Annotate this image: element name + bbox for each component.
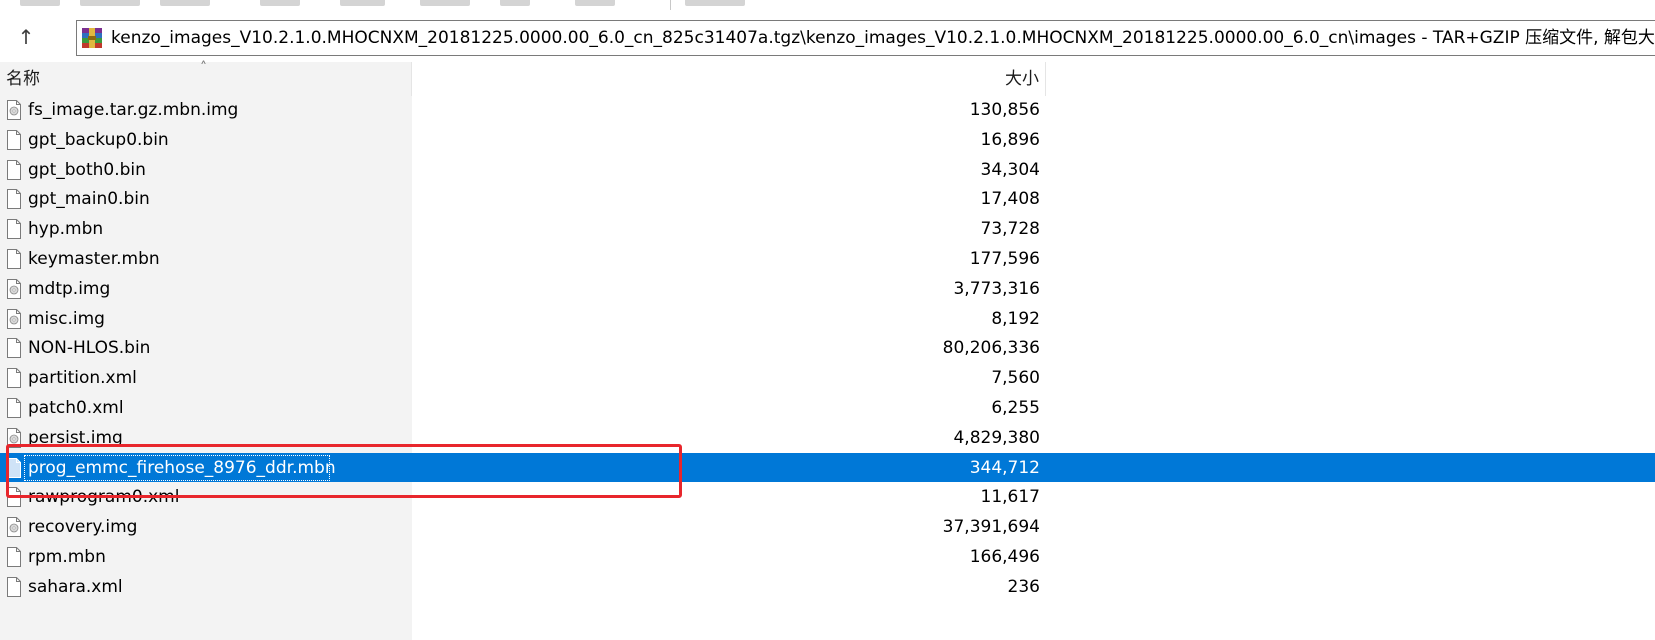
up-arrow-button[interactable]: ↑	[8, 20, 44, 54]
column-header-size[interactable]: 大小	[414, 62, 1046, 96]
blank-file-icon	[7, 487, 21, 508]
disk-image-file-icon	[7, 308, 21, 329]
toolbar-button[interactable]	[420, 0, 470, 6]
file-row[interactable]: keymaster.mbn 177,596	[0, 244, 1655, 274]
up-arrow-icon: ↑	[17, 25, 35, 49]
file-name: gpt_backup0.bin	[28, 129, 169, 150]
file-name: gpt_main0.bin	[28, 189, 150, 210]
file-row[interactable]: persist.img 4,829,380	[0, 423, 1655, 453]
disk-image-file-icon	[7, 427, 21, 448]
file-name: rawprogram0.xml	[28, 487, 180, 508]
blank-file-icon	[7, 159, 21, 180]
file-row[interactable]: patch0.xml 6,255	[0, 393, 1655, 423]
toolbar-button[interactable]	[340, 0, 385, 6]
rar-archive-icon	[82, 28, 102, 48]
file-size: 3,773,316	[953, 278, 1040, 299]
file-name: mdtp.img	[28, 278, 111, 299]
address-bar[interactable]: kenzo_images_V10.2.1.0.MHOCNXM_20181225.…	[76, 20, 1655, 56]
file-size: 6,255	[991, 397, 1040, 418]
file-row[interactable]: gpt_both0.bin 34,304	[0, 155, 1655, 185]
file-size: 80,206,336	[942, 338, 1040, 359]
toolbar-button[interactable]	[575, 0, 615, 6]
file-name: recovery.img	[28, 517, 138, 538]
toolbar-button[interactable]	[500, 0, 530, 6]
file-row-selected[interactable]: prog_emmc_firehose_8976_ddr.mbn 344,712	[0, 452, 1655, 483]
file-name: sahara.xml	[28, 576, 123, 597]
toolbar-button[interactable]	[80, 0, 140, 6]
disk-image-file-icon	[7, 100, 21, 120]
file-name: fs_image.tar.gz.mbn.img	[28, 100, 239, 120]
file-name: NON-HLOS.bin	[28, 338, 151, 359]
blank-file-icon	[7, 546, 21, 567]
file-name: misc.img	[28, 308, 105, 329]
file-row[interactable]: NON-HLOS.bin 80,206,336	[0, 333, 1655, 363]
file-size: 130,856	[969, 100, 1040, 120]
blank-file-icon	[7, 457, 21, 478]
file-name: rpm.mbn	[28, 546, 106, 567]
file-row[interactable]: gpt_main0.bin 17,408	[0, 184, 1655, 214]
toolbar	[0, 0, 1655, 15]
toolbar-button[interactable]	[20, 0, 60, 6]
column-header-row: 名称 ˄ 大小	[0, 60, 1655, 96]
blank-file-icon	[7, 397, 21, 418]
file-row[interactable]: rpm.mbn 166,496	[0, 542, 1655, 572]
disk-image-file-icon	[7, 517, 21, 538]
file-row[interactable]: hyp.mbn 73,728	[0, 214, 1655, 244]
file-size: 177,596	[969, 248, 1040, 269]
toolbar-separator	[670, 0, 671, 10]
file-size: 7,560	[991, 368, 1040, 389]
blank-file-icon	[7, 129, 21, 150]
file-size: 73,728	[980, 219, 1040, 240]
sort-ascending-icon: ˄	[200, 60, 207, 76]
file-size: 16,896	[980, 129, 1040, 150]
file-row[interactable]: mdtp.img 3,773,316	[0, 274, 1655, 304]
blank-file-icon	[7, 248, 21, 269]
archive-window: ↑ kenzo_images_V10.2.1.0.MHOCNXM_2018122…	[0, 0, 1655, 640]
file-size: 166,496	[969, 546, 1040, 567]
file-name: persist.img	[28, 427, 123, 448]
file-row[interactable]: rawprogram0.xml 11,617	[0, 482, 1655, 512]
file-name: hyp.mbn	[28, 219, 104, 240]
blank-file-icon	[7, 189, 21, 210]
file-name: patch0.xml	[28, 397, 124, 418]
file-name: partition.xml	[28, 368, 137, 389]
column-header-size-label: 大小	[1005, 69, 1039, 89]
file-row[interactable]: recovery.img 37,391,694	[0, 512, 1655, 542]
column-header-name[interactable]: 名称 ˄	[0, 60, 412, 96]
column-header-name-label: 名称	[6, 69, 40, 89]
blank-file-icon	[7, 219, 21, 240]
file-size: 11,617	[980, 487, 1040, 508]
file-name: keymaster.mbn	[28, 248, 160, 269]
blank-file-icon	[7, 368, 21, 389]
file-name: gpt_both0.bin	[28, 159, 146, 180]
toolbar-button[interactable]	[685, 0, 745, 6]
file-row[interactable]: partition.xml 7,560	[0, 363, 1655, 393]
file-row[interactable]: gpt_backup0.bin 16,896	[0, 125, 1655, 155]
toolbar-button[interactable]	[260, 0, 300, 6]
file-size: 37,391,694	[942, 517, 1040, 538]
blank-file-icon	[7, 338, 21, 359]
file-row[interactable]: fs_image.tar.gz.mbn.img 130,856	[0, 95, 1655, 125]
file-size: 8,192	[991, 308, 1040, 329]
address-row: ↑ kenzo_images_V10.2.1.0.MHOCNXM_2018122…	[0, 14, 1655, 63]
file-size: 4,829,380	[953, 427, 1040, 448]
file-size: 236	[1007, 576, 1040, 597]
file-size: 34,304	[980, 159, 1040, 180]
file-size: 344,712	[969, 457, 1040, 478]
address-path: kenzo_images_V10.2.1.0.MHOCNXM_20181225.…	[111, 28, 1655, 48]
toolbar-button[interactable]	[160, 0, 210, 6]
file-size: 17,408	[980, 189, 1040, 210]
disk-image-file-icon	[7, 278, 21, 299]
focus-rectangle	[24, 454, 330, 481]
file-row[interactable]: sahara.xml 236	[0, 572, 1655, 602]
blank-file-icon	[7, 576, 21, 597]
file-row[interactable]: misc.img 8,192	[0, 304, 1655, 334]
file-list: fs_image.tar.gz.mbn.img 130,856 gpt_back…	[0, 95, 1655, 602]
